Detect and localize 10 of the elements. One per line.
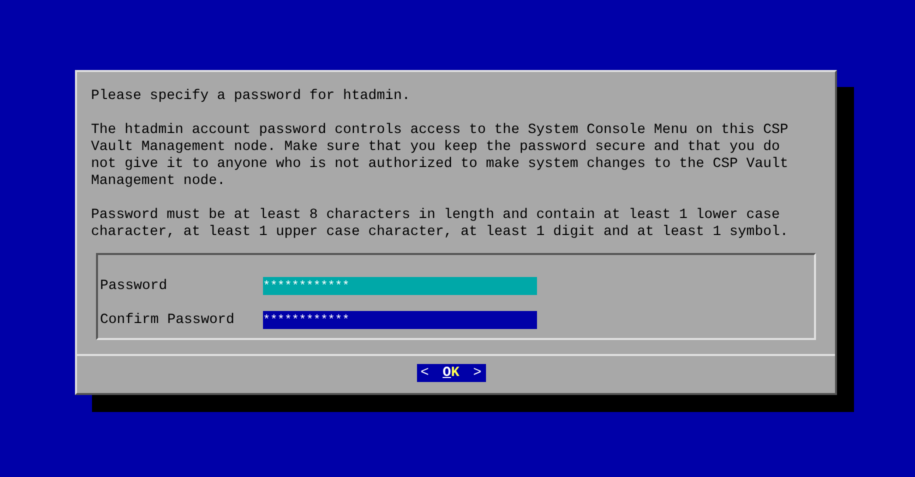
dialog-text: Password must be at least 8 characters in length and contain at least 1 lower case character, at least 1 upper case character, at least 1 digit and at least 1 symbol. [91, 207, 790, 241]
password-field[interactable]: ************ [263, 311, 537, 329]
field-label: Password [100, 278, 168, 294]
ok-button[interactable]: < OK > [416, 364, 486, 382]
field-label: Confirm Password [100, 312, 236, 328]
button-label: OK [442, 364, 460, 382]
dialog-text: The htadmin account password controls access to the System Console Menu on this CSP Vault Management node. Make sure that you keep the password secure and that you do not give it to anyone who is not authorized to make system changes to the CSP Vault Management node. [91, 122, 790, 190]
left-bracket-text: < [420, 364, 429, 382]
dialog-text: Please specify a password for htadmin. [91, 88, 412, 105]
right-bracket-text: > [473, 364, 482, 382]
